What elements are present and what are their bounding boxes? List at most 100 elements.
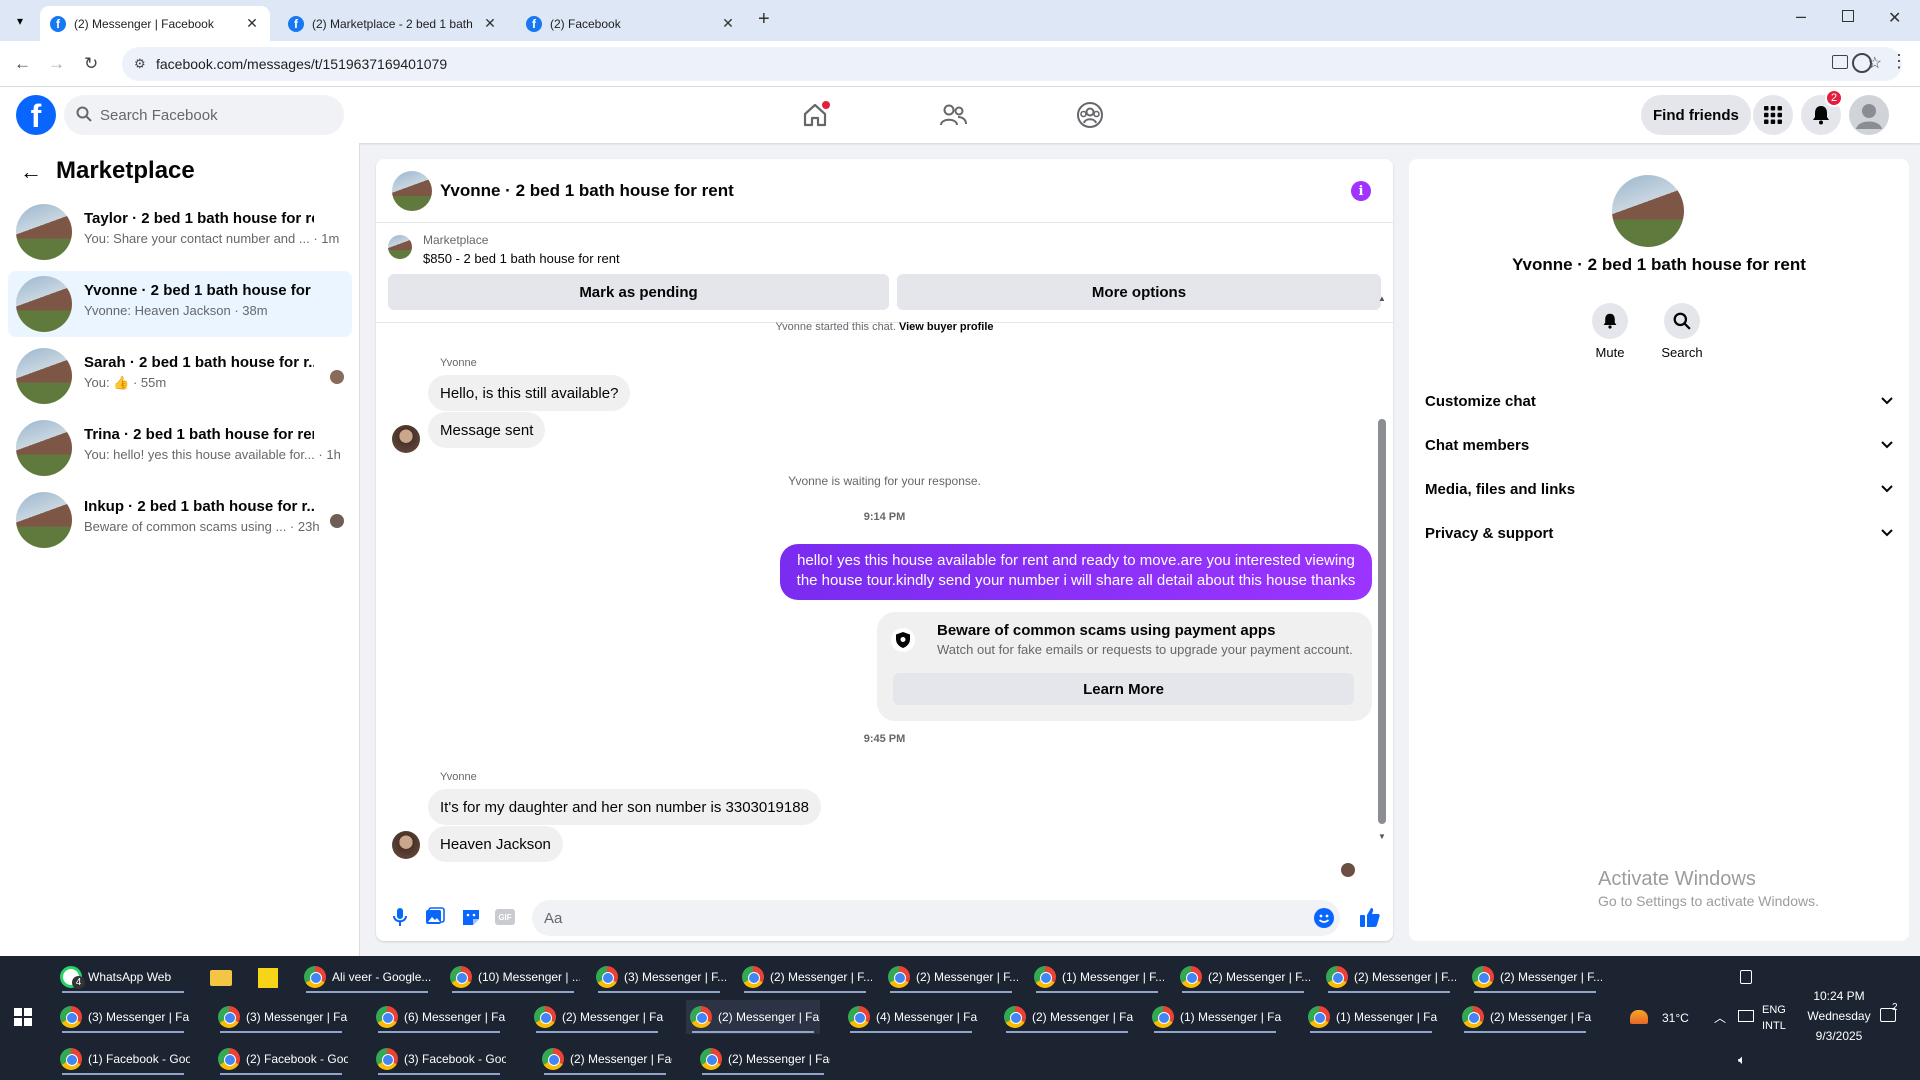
task-view-icon[interactable] (1740, 970, 1752, 984)
listing-price[interactable]: $850 - 2 bed 1 bath house for rent (423, 251, 620, 266)
chat-scrollbar[interactable]: ▲ ▼ (1378, 294, 1386, 941)
menu-button[interactable] (1753, 95, 1793, 135)
taskbar-item[interactable]: (2) Messenger | F... (884, 960, 1018, 994)
close-tab-icon[interactable]: ✕ (244, 15, 260, 32)
site-info-icon[interactable]: ⚙ (134, 56, 146, 72)
back-arrow-icon[interactable]: ← (20, 159, 42, 185)
volume-icon[interactable]: 🔈︎ (1738, 1052, 1746, 1068)
home-nav-button[interactable] (795, 95, 835, 135)
taskbar-item[interactable]: (1) Messenger | F... (1030, 960, 1164, 994)
taskbar-item[interactable]: (2) Messenger | Fa... (1458, 1000, 1592, 1034)
language-indicator[interactable]: ENG INTL (1762, 1002, 1786, 1034)
chat-avatar-large[interactable] (1612, 175, 1684, 247)
scroll-thumb[interactable] (1378, 419, 1386, 824)
chat-avatar[interactable] (392, 171, 432, 211)
taskbar-item[interactable]: Ali veer - Google... (300, 960, 434, 994)
sender-avatar[interactable] (392, 831, 420, 859)
find-friends-button[interactable]: Find friends (1641, 95, 1751, 135)
minimize-window-button[interactable]: – (1796, 6, 1806, 27)
taskbar-item[interactable]: (4) Messenger | Fa... (844, 1000, 978, 1034)
close-tab-icon[interactable]: ✕ (720, 15, 736, 32)
conversation-item[interactable]: Sarah · 2 bed 1 bath house for r... You:… (8, 343, 352, 409)
customize-chat-section[interactable]: Customize chat (1425, 383, 1893, 419)
close-window-button[interactable]: ✕ (1888, 8, 1901, 28)
taskbar-item[interactable]: (2) Messenger | F... (1322, 960, 1456, 994)
emoji-icon[interactable] (1314, 908, 1334, 928)
friends-nav-button[interactable] (933, 95, 973, 135)
conversation-item[interactable]: Taylor · 2 bed 1 bath house for rent You… (8, 199, 352, 265)
listing-thumbnail[interactable] (388, 235, 412, 259)
clock[interactable]: 10:24 PM Wednesday 9/3/2025 (1798, 986, 1880, 1046)
taskbar-item[interactable]: (1) Messenger | Fa... (1304, 1000, 1438, 1034)
weather-icon[interactable] (1630, 1010, 1648, 1024)
weather-temperature[interactable]: 31°C (1662, 1011, 1689, 1025)
new-tab-button[interactable]: + (758, 8, 770, 31)
taskbar-item[interactable]: (2) Messenger | F... (738, 960, 872, 994)
browser-tab-marketplace[interactable]: f (2) Marketplace - 2 bed 1 bath ✕ (278, 6, 508, 41)
browser-tab-facebook[interactable]: f (2) Facebook ✕ (516, 6, 746, 41)
media-files-links-section[interactable]: Media, files and links (1425, 471, 1893, 507)
browser-menu-icon[interactable]: ⋮ (1890, 51, 1908, 72)
back-icon[interactable]: ← (14, 54, 31, 74)
network-icon[interactable] (1738, 1010, 1754, 1022)
incoming-message[interactable]: Hello, is this still available? (428, 375, 631, 411)
taskbar-item[interactable]: (3) Messenger | Fa... (56, 1000, 190, 1034)
more-options-button[interactable]: More options (897, 274, 1381, 310)
taskbar-item[interactable]: (3) Facebook - Goo... (372, 1042, 506, 1076)
profile-icon[interactable] (1852, 53, 1872, 73)
install-app-icon[interactable] (1832, 55, 1848, 69)
photo-icon[interactable] (424, 906, 446, 928)
incoming-message[interactable]: It's for my daughter and her son number … (428, 789, 821, 825)
forward-icon[interactable]: → (48, 54, 65, 74)
mark-as-pending-button[interactable]: Mark as pending (388, 274, 889, 310)
browser-tab-messenger[interactable]: f (2) Messenger | Facebook ✕ (40, 6, 270, 41)
restore-window-button[interactable] (1842, 10, 1854, 22)
taskbar-item[interactable]: (2) Messenger | Fa... (530, 1000, 664, 1034)
sender-avatar[interactable] (392, 425, 420, 453)
message-input[interactable]: Aa (532, 900, 1340, 936)
info-icon[interactable]: i (1351, 181, 1371, 201)
privacy-support-section[interactable]: Privacy & support (1425, 515, 1893, 551)
account-button[interactable] (1849, 95, 1889, 135)
scroll-up-icon[interactable]: ▲ (1378, 294, 1386, 303)
taskbar-item[interactable]: (10) Messenger | ... (446, 960, 580, 994)
taskbar-item[interactable]: (2) Facebook - Goo... (214, 1042, 348, 1076)
taskbar-item[interactable]: (1) Messenger | Fa... (1148, 1000, 1282, 1034)
taskbar-item[interactable]: (3) Messenger | F... (592, 960, 726, 994)
taskbar-item[interactable]: (2) Messenger | F... (1468, 960, 1602, 994)
scroll-down-icon[interactable]: ▼ (1378, 832, 1386, 841)
view-buyer-profile-link[interactable]: View buyer profile (899, 321, 994, 333)
close-tab-icon[interactable]: ✕ (482, 15, 498, 32)
sticky-notes-icon[interactable] (258, 968, 278, 988)
taskbar-item[interactable]: (2) Messenger | F... (1176, 960, 1310, 994)
microphone-icon[interactable] (389, 906, 411, 928)
outgoing-message[interactable]: hello! yes this house available for rent… (780, 544, 1372, 600)
groups-nav-button[interactable] (1070, 95, 1110, 135)
conversation-item[interactable]: Trina · 2 bed 1 bath house for rent You:… (8, 415, 352, 481)
taskbar-item[interactable]: (1) Facebook - Goo... (56, 1042, 190, 1076)
tray-expand-icon[interactable]: ︿ (1714, 1009, 1726, 1026)
taskbar-item[interactable]: (2) Messenger | Fac... (696, 1042, 830, 1076)
incoming-message[interactable]: Heaven Jackson (428, 826, 563, 862)
facebook-search-input[interactable]: Search Facebook (64, 95, 344, 135)
taskbar-item[interactable]: (2) Messenger | Fa... (1000, 1000, 1134, 1034)
gif-icon[interactable]: GIF (494, 906, 516, 928)
chat-title[interactable]: Yvonne · 2 bed 1 bath house for rent (440, 181, 734, 201)
taskbar-item[interactable]: (3) Messenger | Fa... (214, 1000, 348, 1034)
learn-more-button[interactable]: Learn More (893, 673, 1354, 705)
tab-search-dropdown[interactable]: ▾ (8, 10, 32, 32)
notifications-button[interactable]: 2 (1801, 89, 1843, 135)
sticker-icon[interactable] (460, 906, 482, 928)
taskbar-item-active[interactable]: (2) Messenger | Fa... (686, 1000, 820, 1034)
chat-members-section[interactable]: Chat members (1425, 427, 1893, 463)
thumbs-up-icon[interactable] (1359, 906, 1381, 928)
address-bar[interactable]: ⚙ facebook.com/messages/t/15196371694010… (122, 47, 1902, 81)
reload-icon[interactable]: ↻ (84, 54, 98, 74)
taskbar-item[interactable]: (6) Messenger | Fa... (372, 1000, 506, 1034)
incoming-message[interactable]: Message sent (428, 412, 546, 448)
conversation-item[interactable]: Inkup · 2 bed 1 bath house for r... Bewa… (8, 487, 352, 553)
file-explorer-icon[interactable] (210, 970, 232, 986)
search-in-chat-button[interactable]: Search (1652, 303, 1712, 360)
taskbar-item[interactable]: (2) Messenger | Fac... (538, 1042, 672, 1076)
windows-start-icon[interactable] (14, 1008, 32, 1026)
